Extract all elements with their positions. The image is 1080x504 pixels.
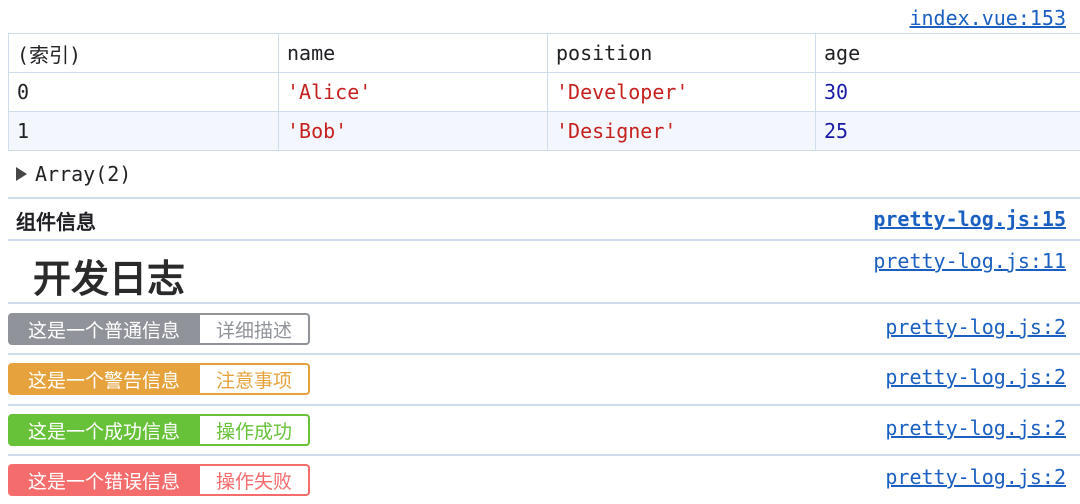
badge-label: 这是一个成功信息 (8, 414, 201, 446)
badge-detail: 详细描述 (200, 313, 311, 345)
array-summary: Array(2) (35, 162, 132, 186)
divider (8, 197, 1080, 199)
array-expander[interactable]: Array(2) (16, 160, 131, 188)
divider (8, 404, 1080, 406)
badge-detail: 操作失败 (200, 464, 311, 496)
badge-label: 这是一个警告信息 (8, 363, 201, 395)
cell-index: 1 (8, 111, 279, 151)
console-table: (索引) name position age 0 'Alice' 'Develo… (8, 33, 1080, 151)
log-heading: 开发日志 (33, 257, 186, 301)
badge-success: 这是一个成功信息 操作成功 (8, 414, 311, 446)
badge-label: 这是一个错误信息 (8, 464, 201, 496)
cell-age: 25 (815, 111, 1080, 151)
divider (8, 454, 1080, 456)
badge-detail: 注意事项 (200, 363, 311, 395)
source-link-success[interactable]: pretty-log.js:2 (885, 416, 1066, 440)
source-link-index-vue[interactable]: index.vue:153 (909, 6, 1066, 30)
source-link-warning[interactable]: pretty-log.js:2 (885, 365, 1066, 389)
table-row: 1 'Bob' 'Designer' 25 (8, 111, 1080, 151)
divider (8, 353, 1080, 355)
badge-error: 这是一个错误信息 操作失败 (8, 464, 311, 496)
cell-index: 0 (8, 72, 279, 112)
badge-warning: 这是一个警告信息 注意事项 (8, 363, 311, 395)
column-header-name[interactable]: name (278, 33, 548, 73)
badge-info: 这是一个普通信息 详细描述 (8, 313, 311, 345)
badge-label: 这是一个普通信息 (8, 313, 201, 345)
column-header-index[interactable]: (索引) (8, 33, 279, 73)
column-header-position[interactable]: position (547, 33, 816, 73)
cell-name: 'Alice' (278, 72, 548, 112)
badge-detail: 操作成功 (200, 414, 311, 446)
table-header-row: (索引) name position age (8, 33, 1080, 73)
cell-age: 30 (815, 72, 1080, 112)
expand-triangle-icon[interactable] (16, 167, 27, 181)
divider (8, 239, 1080, 241)
source-link-error[interactable]: pretty-log.js:2 (885, 465, 1066, 489)
source-link-group[interactable]: pretty-log.js:15 (873, 207, 1066, 231)
table-row: 0 'Alice' 'Developer' 30 (8, 72, 1080, 112)
column-header-age[interactable]: age (815, 33, 1080, 73)
cell-name: 'Bob' (278, 111, 548, 151)
source-link-info[interactable]: pretty-log.js:2 (885, 315, 1066, 339)
cell-position: 'Developer' (547, 72, 816, 112)
cell-position: 'Designer' (547, 111, 816, 151)
divider (8, 302, 1080, 304)
source-link-heading[interactable]: pretty-log.js:11 (873, 249, 1066, 273)
group-title: 组件信息 (16, 210, 96, 234)
